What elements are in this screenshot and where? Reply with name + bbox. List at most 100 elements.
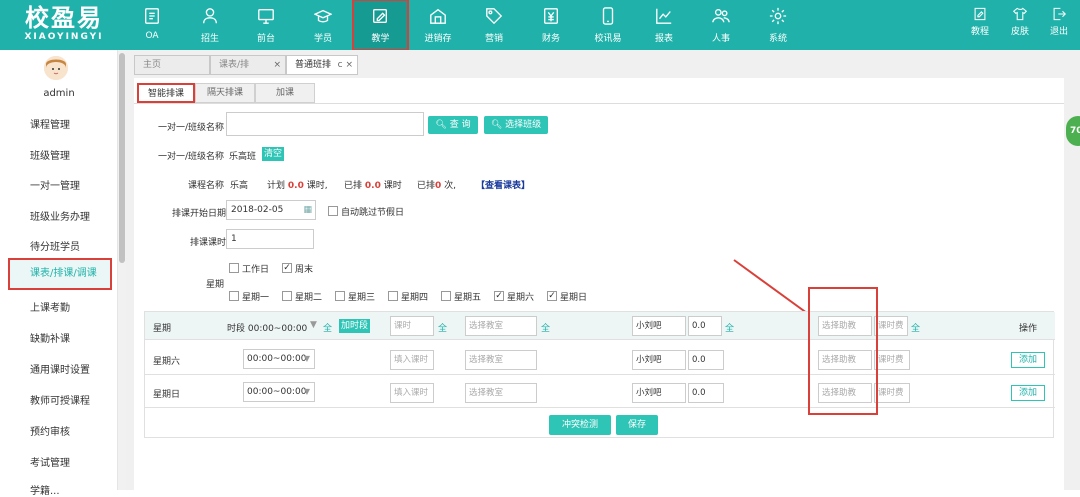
workday-checkbox[interactable] (229, 263, 239, 273)
nav-item-teaching[interactable]: 教学 (352, 0, 409, 51)
saturday-checkbox[interactable] (494, 291, 504, 301)
subtab-alternate-day[interactable]: 隔天排课 (195, 83, 255, 103)
header-teacher-select[interactable]: 小刘吧 (632, 316, 686, 336)
nav-logout[interactable]: 退出 (1038, 0, 1080, 50)
floating-badge[interactable]: 70 (1066, 116, 1080, 146)
class-name-input[interactable] (226, 112, 424, 136)
period-select[interactable]: 00:00~00:00 ▼ (243, 382, 315, 402)
nav-item-frontdesk[interactable]: 前台 (242, 0, 290, 50)
fee-input[interactable]: 0.0 (688, 350, 724, 370)
add-button[interactable]: 添加 (1011, 385, 1045, 401)
header-week: 星期 (153, 324, 172, 334)
add-period-button[interactable]: 加时段 (339, 319, 371, 333)
clear-button[interactable]: 清空 (262, 147, 285, 161)
period-all-link[interactable]: 全 (323, 321, 332, 334)
hours-input[interactable]: 填入课时 (390, 350, 434, 370)
subtab-smart-schedule[interactable]: 智能排课 (137, 83, 195, 103)
nav-item-system[interactable]: 系统 (754, 0, 802, 50)
sidebar-item-makeup[interactable]: 缺勤补课 (30, 330, 70, 345)
hour-fee-input[interactable]: 课时费 (874, 383, 910, 403)
select-class-button[interactable]: 🔍︎ 选择班级 (484, 116, 548, 134)
sidebar-item-class[interactable]: 班级管理 (30, 147, 70, 162)
skip-holiday-label: 自动跳过节假日 (341, 208, 405, 218)
hours-input[interactable]: 填入课时 (390, 383, 434, 403)
scrollbar-thumb[interactable] (119, 53, 125, 263)
tab-schedule[interactable]: 课表/排 × (210, 55, 286, 75)
line-chart-icon (656, 8, 672, 24)
hours-all-link[interactable]: 全 (438, 321, 447, 334)
subtab-add-class[interactable]: 加课 (255, 83, 315, 103)
nav-item-finance[interactable]: 财务 (527, 0, 575, 50)
calendar-icon[interactable]: ▦ (303, 201, 312, 219)
save-button[interactable]: 保存 (616, 415, 658, 435)
sunday-checkbox[interactable] (547, 291, 557, 301)
sidebar-item-course[interactable]: 课程管理 (30, 116, 70, 131)
thursday-checkbox[interactable] (388, 291, 398, 301)
nav-item-marketing[interactable]: 营销 (470, 0, 518, 50)
close-icon[interactable]: c × (338, 56, 353, 74)
wednesday-checkbox[interactable] (335, 291, 345, 301)
hour-fee-input[interactable]: 课时费 (874, 350, 910, 370)
sidebar-item-pending-students[interactable]: 待分班学员 (30, 238, 80, 253)
nav-item-message[interactable]: 校讯易 (584, 0, 632, 50)
header-hours-input[interactable]: 课时 (390, 316, 434, 336)
tuesday-checkbox[interactable] (282, 291, 292, 301)
skip-holiday-checkbox[interactable] (328, 206, 338, 216)
nav-item-hr[interactable]: 人事 (697, 0, 745, 50)
room-select[interactable]: 选择教室 (465, 383, 537, 403)
hours-input[interactable]: 1 (226, 229, 314, 249)
fee-all-link[interactable]: 全 (725, 321, 734, 334)
weekend-checkbox[interactable] (282, 263, 292, 273)
room-all-link[interactable]: 全 (541, 321, 550, 334)
period-select[interactable]: 00:00~00:00 ▼ (243, 349, 315, 369)
wednesday-label: 星期三 (348, 293, 376, 303)
thursday-label: 星期四 (401, 293, 429, 303)
nav-item-student[interactable]: 学员 (299, 0, 347, 50)
monday-checkbox[interactable] (229, 291, 239, 301)
nav-skin[interactable]: 皮肤 (998, 0, 1042, 50)
header-op: 操作 (1019, 324, 1038, 334)
tab-home[interactable]: 主页 (134, 55, 210, 75)
people-icon (712, 9, 730, 23)
sidebar-item-booking-review[interactable]: 预约审核 (30, 423, 70, 438)
fee-input[interactable]: 0.0 (688, 383, 724, 403)
tab-regular-class[interactable]: 普通班排 c × (286, 55, 358, 75)
teacher-select[interactable]: 小刘吧 (632, 383, 686, 403)
avatar[interactable] (44, 56, 68, 80)
sidebar-scrollbar[interactable] (118, 50, 126, 490)
nav-item-inventory[interactable]: 进销存 (414, 0, 462, 50)
conflict-check-button[interactable]: 冲突检测 (549, 415, 611, 435)
sidebar-item-attendance[interactable]: 上课考勤 (30, 299, 70, 314)
plan-hours: 计划 0.0 课时, (267, 181, 328, 191)
header-fee-input[interactable]: 0.0 (688, 316, 722, 336)
query-button[interactable]: 🔍︎ 查 询 (428, 116, 478, 134)
sidebar-item-teacher-courses[interactable]: 教师可授课程 (30, 392, 90, 407)
nav-item-recruit[interactable]: 招生 (186, 0, 234, 50)
sidebar-item-schedule[interactable]: 课表/排课/调课 (8, 258, 112, 290)
header-hour-fee-input[interactable]: 课时费 (874, 316, 908, 336)
sidebar-item-hour-settings[interactable]: 通用课时设置 (30, 361, 90, 376)
nav-tutorial[interactable]: 教程 (958, 0, 1002, 50)
edit-board-icon (373, 9, 387, 23)
friday-checkbox[interactable] (441, 291, 451, 301)
room-select[interactable]: 选择教室 (465, 350, 537, 370)
header-room-select[interactable]: 选择教室 (465, 316, 537, 336)
sidebar-item-class-business[interactable]: 班级业务办理 (30, 208, 90, 223)
nav-item-reports[interactable]: 报表 (640, 0, 688, 50)
hour-fee-all-link[interactable]: 全 (911, 321, 920, 334)
hours-label: 排课课时 (189, 238, 226, 248)
sidebar-item-exam[interactable]: 考试管理 (30, 454, 70, 469)
sidebar-item-one-on-one[interactable]: 一对一管理 (30, 177, 80, 192)
teacher-select[interactable]: 小刘吧 (632, 350, 686, 370)
oa-icon (145, 8, 159, 24)
warehouse-icon (430, 8, 446, 24)
annotation-highlight-box (808, 287, 878, 415)
add-button[interactable]: 添加 (1011, 352, 1045, 368)
yen-icon (544, 8, 558, 24)
close-icon[interactable]: × (273, 56, 281, 74)
nav-item-oa[interactable]: OA (128, 0, 176, 50)
start-date-input[interactable]: 2018-02-05 ▦ (226, 200, 316, 220)
chevron-down-icon[interactable]: ▼ (310, 320, 317, 330)
view-timetable-link[interactable]: 【查看课表】 (476, 178, 530, 191)
tag-icon (486, 8, 503, 25)
